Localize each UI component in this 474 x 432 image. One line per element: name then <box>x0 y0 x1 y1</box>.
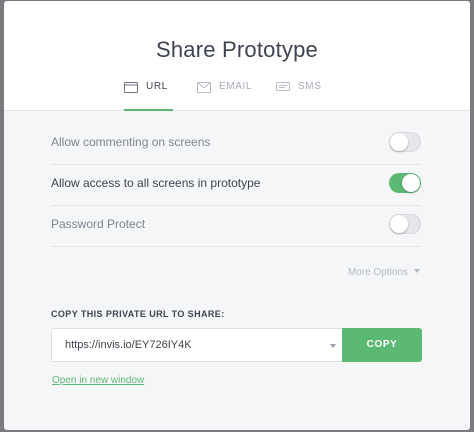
tab-url[interactable]: URL <box>124 81 173 111</box>
more-options-button[interactable]: More Options <box>348 267 420 278</box>
share-url-label: COPY THIS PRIVATE URL TO SHARE: <box>51 309 225 319</box>
tab-sms-label: SMS <box>298 81 322 92</box>
setting-label-password: Password Protect <box>51 217 146 231</box>
modal-title: Share Prototype <box>156 37 318 62</box>
modal-backdrop: Share Prototype URL EMAIL SMS Allow comm… <box>0 0 474 432</box>
setting-label-access-all: Allow access to all screens in prototype <box>51 176 261 190</box>
copy-button[interactable]: COPY <box>342 328 422 362</box>
setting-row-access-all: Allow access to all screens in prototype <box>51 164 421 206</box>
modal-header: Share Prototype URL EMAIL SMS <box>4 1 470 111</box>
share-url-value: https://invis.io/EY726IY4K <box>65 339 192 351</box>
setting-label-commenting: Allow commenting on screens <box>51 135 211 149</box>
access-all-toggle[interactable] <box>389 173 421 193</box>
more-options-label: More Options <box>347 267 408 278</box>
url-dropdown-icon[interactable] <box>330 344 336 348</box>
tab-url-label: URL <box>146 81 168 92</box>
tab-email-label: EMAIL <box>219 81 253 92</box>
browser-window-icon <box>124 82 138 93</box>
tab-email[interactable]: EMAIL <box>197 81 252 109</box>
commenting-toggle[interactable] <box>389 132 421 152</box>
caret-down-icon <box>414 269 420 273</box>
chat-bubble-icon <box>276 82 290 91</box>
share-url-field[interactable]: https://invis.io/EY726IY4K <box>51 328 342 362</box>
toggle-knob <box>390 215 408 233</box>
tab-sms[interactable]: SMS <box>276 81 321 109</box>
setting-row-commenting: Allow commenting on screens <box>51 123 421 165</box>
share-modal: Share Prototype URL EMAIL SMS Allow comm… <box>4 1 470 430</box>
setting-row-password: Password Protect <box>51 205 421 247</box>
toggle-knob <box>402 174 420 192</box>
toggle-knob <box>390 133 408 151</box>
open-in-new-window-link[interactable]: Open in new window <box>52 375 144 386</box>
envelope-icon <box>197 82 211 93</box>
password-toggle[interactable] <box>389 214 421 234</box>
